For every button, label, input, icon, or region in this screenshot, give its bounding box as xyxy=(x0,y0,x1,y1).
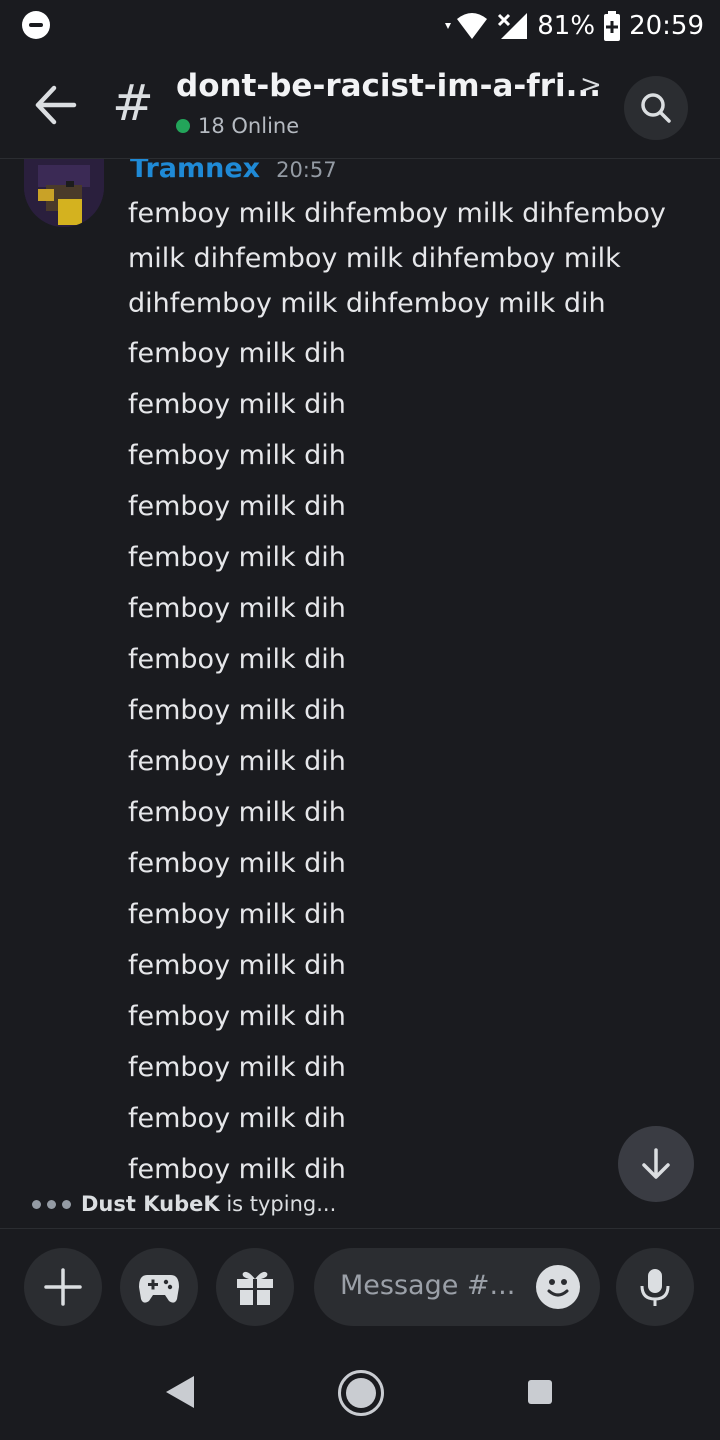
message-placeholder: Message #... xyxy=(340,1270,516,1301)
message-text[interactable]: femboy milk dih xyxy=(128,994,688,1039)
search-icon xyxy=(641,93,671,123)
gift-button[interactable] xyxy=(216,1248,294,1326)
message-text[interactable]: femboy milk dih xyxy=(128,739,688,784)
nav-home-icon[interactable] xyxy=(338,1370,384,1416)
signal-icon xyxy=(498,13,528,39)
message-text[interactable]: femboy milk dih xyxy=(128,484,688,529)
nav-back-icon[interactable] xyxy=(166,1376,194,1408)
divider xyxy=(0,1228,720,1229)
arrow-left-icon xyxy=(35,85,77,125)
message-text[interactable]: femboy milk dih xyxy=(128,1045,688,1090)
message-text[interactable]: femboy milk dih xyxy=(128,637,688,682)
plus-icon xyxy=(44,1268,82,1306)
activities-button[interactable] xyxy=(120,1248,198,1326)
message-text[interactable]: femboy milk dih xyxy=(128,433,688,478)
gamepad-icon xyxy=(139,1275,179,1303)
jump-to-latest-button[interactable] xyxy=(618,1126,694,1202)
hash-icon: # xyxy=(112,74,154,132)
clock: 20:59 xyxy=(629,11,704,41)
message-text[interactable]: femboy milk dih xyxy=(128,1147,688,1189)
nav-recents-icon[interactable] xyxy=(528,1380,552,1404)
message-text[interactable]: femboy milk dihfemboy milk dihfemboy mil… xyxy=(128,191,688,326)
channel-header: # dont-be-racist-im-a-fri... > 18 Online xyxy=(0,52,720,159)
message-text[interactable]: femboy milk dih xyxy=(128,943,688,988)
message-text[interactable]: femboy milk dih xyxy=(128,841,688,886)
message-text[interactable]: femboy milk dih xyxy=(128,790,688,835)
avatar-image xyxy=(24,159,104,227)
message-header: Tramnex 20:57 xyxy=(130,159,337,184)
message-text[interactable]: femboy milk dih xyxy=(128,688,688,733)
emoji-button[interactable] xyxy=(536,1265,580,1309)
typing-dots-icon xyxy=(32,1199,71,1209)
message-text[interactable]: femboy milk dih xyxy=(128,382,688,427)
online-dot-icon xyxy=(176,119,190,133)
avatar[interactable] xyxy=(24,159,104,227)
status-bar: 81% 20:59 xyxy=(0,0,720,52)
voice-message-button[interactable] xyxy=(616,1248,694,1326)
gift-icon xyxy=(237,1271,273,1305)
arrow-down-icon xyxy=(642,1148,670,1179)
system-nav-bar xyxy=(0,1350,720,1440)
typing-user: Dust KubeK xyxy=(81,1192,220,1216)
message-text[interactable]: femboy milk dih xyxy=(128,892,688,937)
message-text[interactable]: femboy milk dih xyxy=(128,586,688,631)
online-count-label: 18 Online xyxy=(198,114,300,138)
message-text[interactable]: femboy milk dih xyxy=(128,1096,688,1141)
online-count: 18 Online xyxy=(176,114,299,138)
wifi-icon xyxy=(445,13,488,39)
typing-indicator: Dust KubeK is typing... xyxy=(32,1192,336,1216)
chevron-right-icon[interactable]: > xyxy=(580,70,602,100)
author-name[interactable]: Tramnex xyxy=(130,159,260,184)
channel-title[interactable]: dont-be-racist-im-a-fri... xyxy=(176,68,601,104)
message-input[interactable]: Message #... xyxy=(314,1248,600,1326)
search-button[interactable] xyxy=(624,76,688,140)
message-text[interactable]: femboy milk dih xyxy=(128,331,688,376)
add-attachment-button[interactable] xyxy=(24,1248,102,1326)
back-button[interactable] xyxy=(30,82,82,128)
message-timestamp: 20:57 xyxy=(276,159,337,182)
message-list[interactable]: Tramnex 20:57 femboy milk dihfemboy milk… xyxy=(0,159,720,1189)
typing-suffix: is typing... xyxy=(219,1192,337,1216)
battery-icon xyxy=(604,11,621,41)
emoji-icon xyxy=(547,1279,569,1297)
do-not-disturb-icon xyxy=(22,11,50,39)
message-text[interactable]: femboy milk dih xyxy=(128,535,688,580)
microphone-icon xyxy=(640,1269,670,1306)
battery-percent: 81% xyxy=(537,11,596,41)
